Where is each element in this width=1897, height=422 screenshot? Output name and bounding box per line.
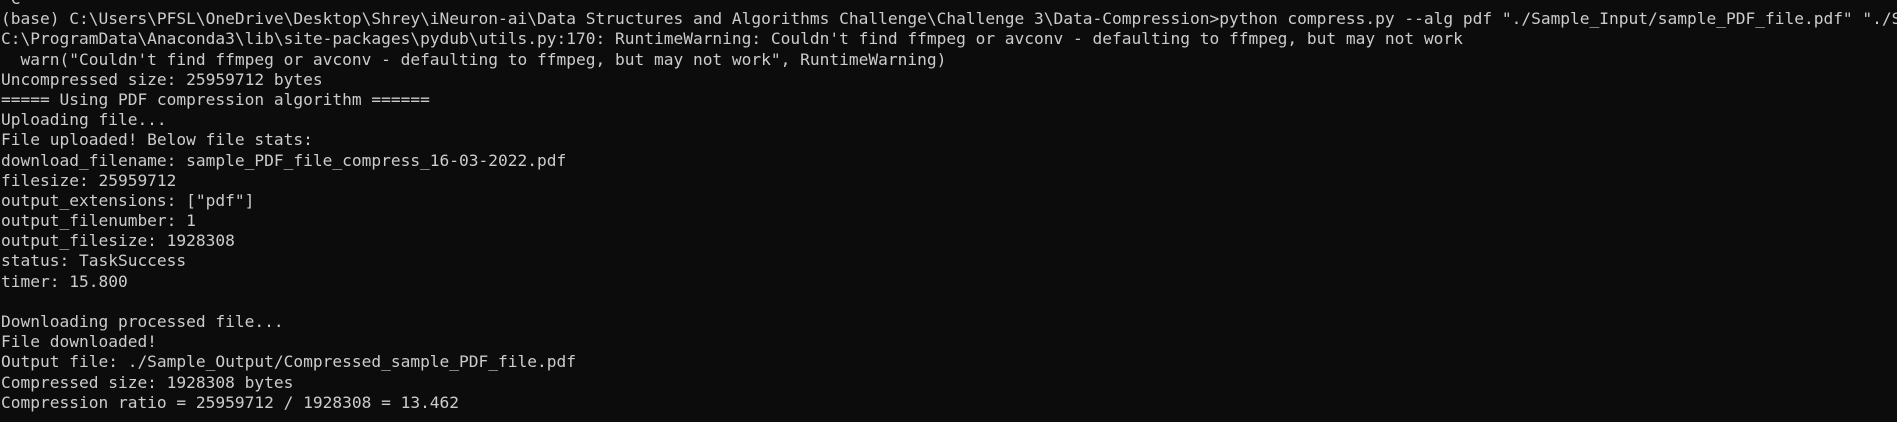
terminal-line-compression-ratio: Compression ratio = 25959712 / 1928308 =… [1,392,460,412]
terminal-line-warning: C:\ProgramData\Anaconda3\lib\site-packag… [1,29,1463,49]
terminal-line-output-extensions: output_extensions: ["pdf"] [1,190,255,210]
terminal-line-download-filename: download_filename: sample_PDF_file_compr… [1,150,567,170]
terminal-line-interrupt: ^C [1,0,1897,9]
terminal-line-timer: timer: 15.800 [1,271,128,291]
terminal-line-downloading: Downloading processed file... [1,312,284,331]
terminal-line-filesize: filesize: 25959712 [1,170,177,190]
terminal-line-output-file: Output file: ./Sample_Output/Compressed_… [1,352,576,372]
terminal-output: ^C (base) C:\Users\PFSL\OneDrive\Desktop… [1,0,1897,413]
terminal-line-warning-detail: warn("Couldn't find ffmpeg or avconv - d… [1,49,947,69]
terminal-line-status: status: TaskSuccess [1,251,187,271]
terminal-line-uncompressed-size: Uncompressed size: 25959712 bytes [1,69,323,89]
terminal-line-command: (base) C:\Users\PFSL\OneDrive\Desktop\Sh… [1,9,1897,29]
terminal-line-downloaded: File downloaded! [1,332,157,352]
terminal-line-uploading: Uploading file... [1,110,167,130]
terminal-line-compressed-size: Compressed size: 1928308 bytes [1,372,294,392]
terminal-line-uploaded: File uploaded! Below file stats: [1,130,313,150]
terminal-line-output-filesize: output_filesize: 1928308 [1,231,235,251]
terminal-line-output-filenumber: output_filenumber: 1 [1,211,196,231]
terminal-line-algorithm-banner: ===== Using PDF compression algorithm ==… [1,89,430,109]
terminal-window[interactable]: ^C (base) C:\Users\PFSL\OneDrive\Desktop… [0,0,1897,422]
